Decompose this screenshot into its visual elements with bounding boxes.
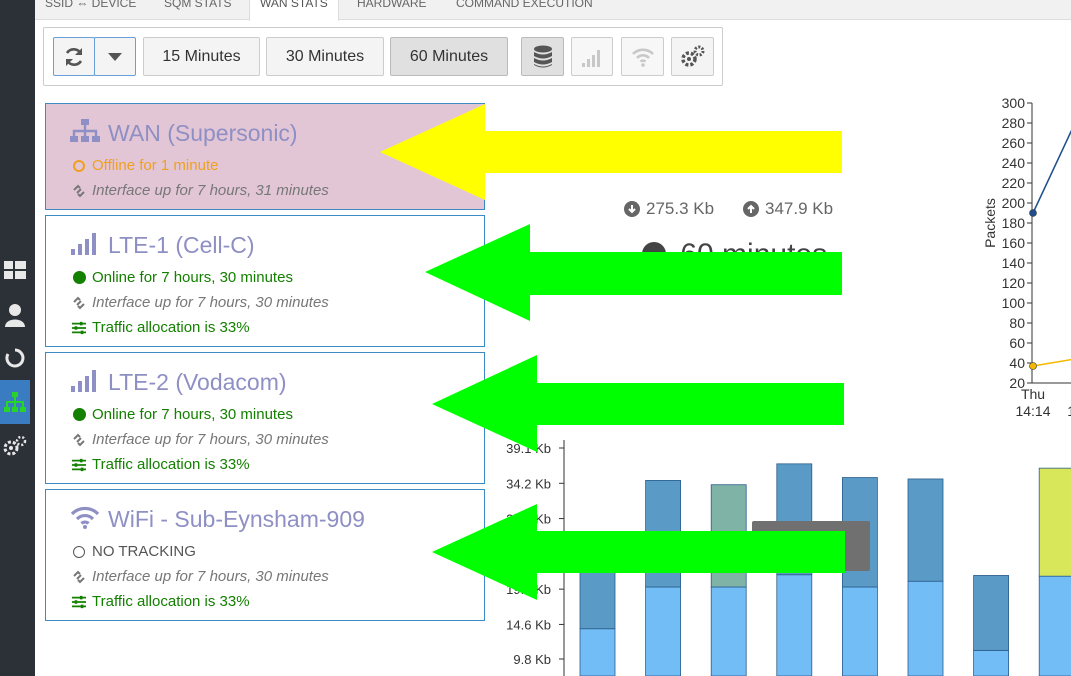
annotation-arrows (380, 104, 845, 600)
green-arrow-lte1 (425, 224, 842, 321)
wan-stats-page: SSID ⇔ DEVICE SQM STATS WAN STATS HARDWA… (0, 0, 1071, 676)
green-arrow-lte2 (432, 355, 844, 452)
yellow-arrow (380, 104, 842, 200)
green-arrow-wifi (432, 504, 845, 600)
